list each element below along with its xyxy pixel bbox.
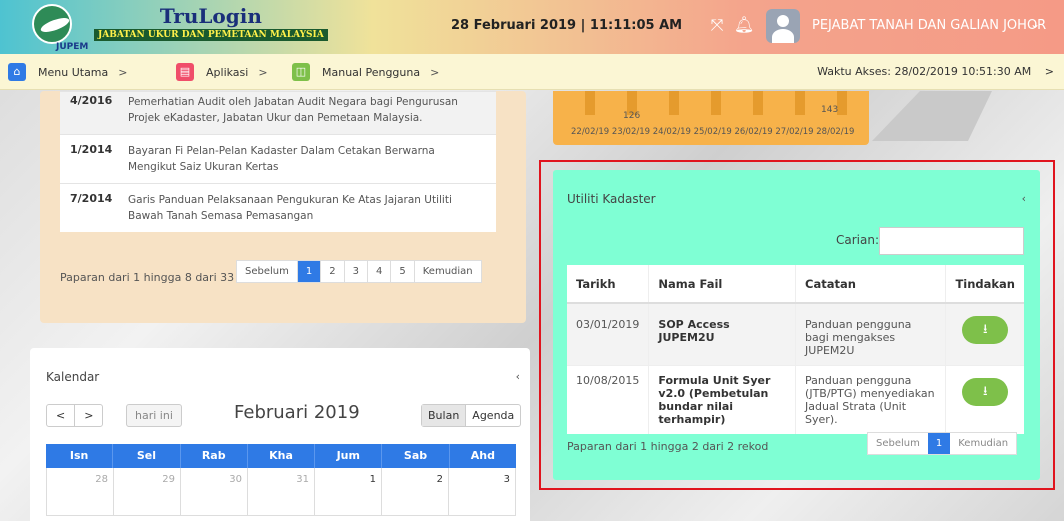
circular-desc[interactable]: Pemerhatian Audit oleh Jabatan Audit Neg… <box>128 94 486 126</box>
chart-bar <box>753 91 763 115</box>
circular-desc[interactable]: Bayaran Fi Pelan-Pelan Kadaster Dalam Ce… <box>128 143 486 175</box>
calendar-day[interactable]: 3 <box>449 468 516 516</box>
table-row: 1/2014 Bayaran Fi Pelan-Pelan Kadaster D… <box>60 134 496 183</box>
calendar-day[interactable]: 29 <box>114 468 181 516</box>
prev-page-button[interactable]: Sebelum <box>237 261 298 282</box>
globe-icon <box>32 4 72 44</box>
chevron-right-icon[interactable]: > <box>1045 65 1054 78</box>
brand-subtitle: JABATAN UKUR DAN PEMETAAN MALAYSIA <box>94 29 328 41</box>
fullscreen-icon[interactable]: ⤧ <box>706 14 728 36</box>
nav-item-manual-pengguna[interactable]: ◫ Manual Pengguna > <box>292 63 439 81</box>
circular-no: 4/2016 <box>70 94 113 107</box>
next-page-button[interactable]: Kemudian <box>415 261 481 282</box>
calendar-views: Bulan Agenda <box>421 404 522 427</box>
circular-desc[interactable]: Garis Panduan Pelaksanaan Pengukuran Ke … <box>128 192 486 224</box>
avatar[interactable] <box>766 9 800 43</box>
header-datetime: 28 Februari 2019 | 11:11:05 AM <box>451 18 683 33</box>
circular-no: 1/2014 <box>70 143 113 156</box>
calendar-title: Kalendar <box>46 370 100 384</box>
top-header: JUPEM TruLogin JABATAN UKUR DAN PEMETAAN… <box>0 0 1064 54</box>
page-button-3[interactable]: 3 <box>345 261 368 282</box>
chart-bar <box>837 91 847 115</box>
chevron-down-icon[interactable]: ⌄ <box>1030 17 1040 31</box>
page-button-5[interactable]: 5 <box>391 261 415 282</box>
nav-item-menu-utama[interactable]: ⌂ Menu Utama > <box>8 63 127 81</box>
chart-bar <box>585 91 595 115</box>
chart-x-labels: 22/02/19 23/02/19 24/02/19 25/02/19 26/0… <box>571 127 855 137</box>
calendar-week: 28 29 30 31 1 2 3 <box>46 468 516 516</box>
nav-item-label: Aplikasi <box>206 65 249 79</box>
highlight-box <box>539 160 1055 490</box>
home-icon: ⌂ <box>8 63 26 81</box>
nav-item-aplikasi[interactable]: ▤ Aplikasi > <box>176 63 268 81</box>
calendar-day[interactable]: 2 <box>382 468 449 516</box>
chart-bar <box>711 91 721 115</box>
table-row: 4/2016 Pemerhatian Audit oleh Jabatan Au… <box>60 91 496 134</box>
user-name[interactable]: PEJABAT TANAH DAN GALIAN JOHOR <box>812 18 1046 33</box>
calendar-grid: Isn Sel Rab Kha Jum Sab Ahd 28 29 30 31 … <box>46 444 516 516</box>
brand: TruLogin JABATAN UKUR DAN PEMETAAN MALAY… <box>94 4 328 41</box>
jupem-logo[interactable]: JUPEM <box>26 4 88 52</box>
chevron-right-icon: > <box>430 65 440 79</box>
view-agenda-button[interactable]: Agenda <box>466 405 520 426</box>
nav-item-label: Menu Utama <box>38 65 109 79</box>
logo-text: JUPEM <box>56 42 89 52</box>
calendar-month: Februari 2019 <box>234 402 360 423</box>
day-header: Sel <box>113 444 181 468</box>
chart-data-label: 126 <box>623 111 641 121</box>
circular-table: 4/2016 Pemerhatian Audit oleh Jabatan Au… <box>60 91 496 232</box>
day-header: Kha <box>248 444 316 468</box>
brand-title: TruLogin <box>159 4 262 28</box>
collapse-icon[interactable]: ‹ <box>516 370 520 383</box>
chart-bar <box>795 91 805 115</box>
app-icon: ▤ <box>176 63 194 81</box>
page-button-1[interactable]: 1 <box>297 261 322 282</box>
today-button[interactable]: hari ini <box>126 404 182 427</box>
calendar-next-button[interactable]: > <box>75 405 102 426</box>
chevron-right-icon: > <box>118 65 128 79</box>
access-time: Waktu Akses: 28/02/2019 10:51:30 AM > <box>817 65 1054 78</box>
day-header: Jum <box>315 444 383 468</box>
nav-item-label: Manual Pengguna <box>322 65 421 79</box>
chart-bars <box>571 91 847 115</box>
background-shape <box>872 91 992 141</box>
day-header: Rab <box>181 444 248 468</box>
access-time-label: Waktu Akses: 28/02/2019 10:51:30 AM <box>817 65 1032 78</box>
calendar-day[interactable]: 30 <box>181 468 248 516</box>
bell-icon[interactable]: 🔔︎ <box>733 14 755 36</box>
calendar-nav: < > <box>46 404 104 427</box>
page-button-4[interactable]: 4 <box>368 261 392 282</box>
calendar-header-row: Isn Sel Rab Kha Jum Sab Ahd <box>46 444 516 468</box>
chart-bar <box>669 91 679 115</box>
table-row: 7/2014 Garis Panduan Pelaksanaan Penguku… <box>60 183 496 232</box>
chevron-right-icon: > <box>258 65 268 79</box>
calendar-day[interactable]: 28 <box>46 468 114 516</box>
calendar-day[interactable]: 31 <box>248 468 315 516</box>
page-button-2[interactable]: 2 <box>321 261 345 282</box>
day-header: Sab <box>382 444 450 468</box>
circular-pager: Sebelum 1 2 3 4 5 Kemudian <box>236 260 482 283</box>
calendar-day[interactable]: 1 <box>315 468 382 516</box>
day-header: Isn <box>46 444 114 468</box>
view-bulan-button[interactable]: Bulan <box>422 405 467 426</box>
calendar-prev-button[interactable]: < <box>47 405 76 426</box>
book-icon: ◫ <box>292 63 310 81</box>
day-header: Ahd <box>470 449 495 462</box>
chart-data-label: 143 <box>821 105 839 115</box>
calendar-panel: Kalendar ‹ < > hari ini Februari 2019 Bu… <box>30 348 530 521</box>
access-chart: 126 143 22/02/19 23/02/19 24/02/19 25/02… <box>553 91 869 145</box>
nav-bar: ⌂ Menu Utama > ▤ Aplikasi > ◫ Manual Pen… <box>0 54 1064 90</box>
circular-no: 7/2014 <box>70 192 113 205</box>
